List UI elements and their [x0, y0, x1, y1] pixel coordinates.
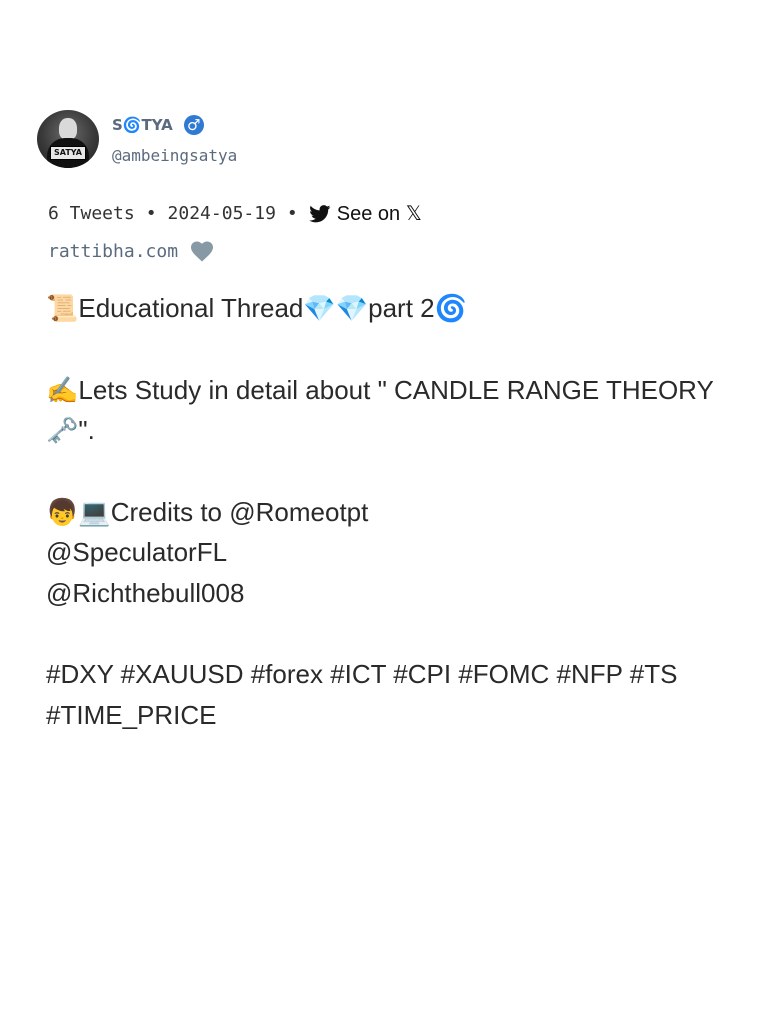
thread-content: 📜Educational Thread💎💎part 2🌀 ✍️Lets Stud… [46, 288, 726, 735]
author-names: S🌀TYA ♂ @ambeingsatya [112, 115, 237, 165]
thread-title-line: 📜Educational Thread💎💎part 2🌀 [46, 293, 467, 323]
thread-meta: 6 Tweets • 2024-05-19 • See on 𝕏 [48, 201, 422, 226]
meta-separator: • [145, 203, 157, 224]
thread-date: 2024-05-19 [167, 203, 276, 224]
thread-topic-line: ✍️Lets Study in detail about " CANDLE RA… [46, 374, 714, 446]
see-on-label: See on 𝕏 [336, 203, 422, 225]
twitter-bird-icon [308, 204, 331, 222]
male-sign-icon: ♂ [183, 115, 204, 135]
see-on-x-link[interactable]: See on 𝕏 [308, 201, 422, 226]
thread-mention-line: @SpeculatorFL [46, 537, 228, 567]
avatar-mask-face [59, 118, 77, 140]
meta-separator: • [286, 203, 298, 224]
author-display-name[interactable]: S🌀TYA ♂ [112, 115, 237, 135]
author-handle[interactable]: @ambeingsatya [112, 146, 237, 165]
tweet-count: 6 Tweets [48, 203, 135, 224]
heart-icon[interactable] [190, 240, 214, 262]
author-header: SATYA S🌀TYA ♂ @ambeingsatya [37, 110, 237, 168]
display-name-text: S🌀TYA [112, 116, 173, 134]
avatar[interactable]: SATYA [37, 110, 99, 168]
avatar-sign: SATYA [50, 146, 86, 160]
thread-credits-line: 👦💻Credits to @Romeotpt [46, 496, 369, 527]
source-line: rattibha.com [48, 240, 214, 262]
thread-hashtags-line: #DXY #XAUUSD #forex #ICT #CPI #FOMC #NFP… [46, 659, 678, 730]
thread-mention-line: @Richthebull008 [46, 577, 245, 608]
source-site-link[interactable]: rattibha.com [48, 241, 178, 262]
